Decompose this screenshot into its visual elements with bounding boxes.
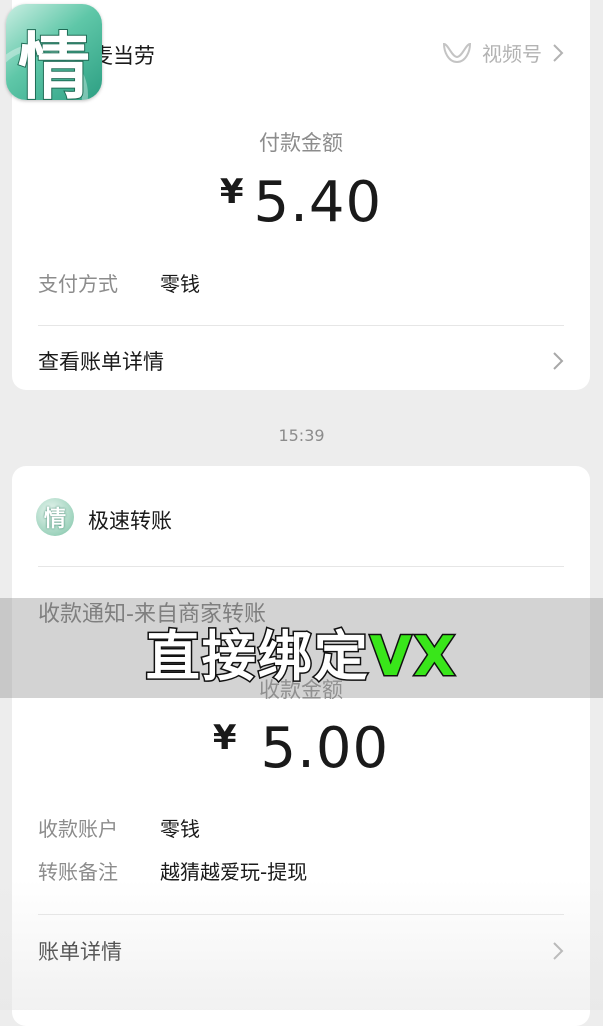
chevron-right-icon — [553, 352, 564, 370]
transfer-notice-card: 情 极速转账 收款通知-来自商家转账 收款金额 ¥5.00 收款账户 零钱 转账… — [12, 466, 590, 1026]
receive-account-label: 收款账户 — [38, 817, 118, 841]
transfer-remark-value: 越猜越爱玩-提现 — [160, 860, 308, 884]
channel-link[interactable]: 视频号 — [442, 38, 564, 67]
view-bill-details-link[interactable]: 查看账单详情 — [38, 346, 564, 376]
chevron-right-icon — [553, 942, 564, 960]
receive-amount-value: 5.00 — [260, 716, 390, 781]
channels-icon — [442, 42, 472, 63]
currency-symbol: ¥ — [212, 718, 237, 758]
payment-amount: ¥5.40 — [12, 170, 590, 235]
channel-label: 视频号 — [482, 42, 542, 66]
caption-white-part: 直接绑定 — [144, 624, 370, 690]
divider — [38, 325, 564, 326]
chevron-right-icon — [553, 43, 564, 62]
receive-account-value: 零钱 — [160, 817, 200, 841]
app-logo-icon: 情 — [6, 4, 102, 100]
caption-text: 直接绑定VX — [0, 612, 603, 691]
pay-method-value: 零钱 — [160, 272, 200, 296]
bill-details-link[interactable]: 账单详情 — [38, 936, 564, 966]
chat-timestamp: 15:39 — [278, 426, 325, 445]
transfer-remark-label: 转账备注 — [38, 860, 118, 884]
logo-glyph: 情 — [17, 24, 91, 100]
payment-amount-value: 5.40 — [253, 170, 383, 235]
pay-method-row: 支付方式 零钱 — [38, 268, 200, 297]
pay-method-label: 支付方式 — [38, 272, 118, 296]
bill-details-label: 账单详情 — [38, 940, 122, 964]
receive-amount: ¥5.00 — [12, 716, 590, 781]
caption-green-part: VX — [368, 624, 458, 690]
divider — [38, 566, 564, 567]
view-bill-details-label: 查看账单详情 — [38, 350, 164, 374]
transfer-remark-row: 转账备注 越猜越爱玩-提现 — [38, 856, 307, 885]
divider — [38, 914, 564, 915]
business-logo-icon: 情 — [36, 498, 74, 536]
business-name[interactable]: 极速转账 — [88, 505, 172, 535]
currency-symbol: ¥ — [219, 172, 244, 212]
receive-account-row: 收款账户 零钱 — [38, 813, 200, 842]
payment-amount-label: 付款金额 — [259, 131, 343, 155]
